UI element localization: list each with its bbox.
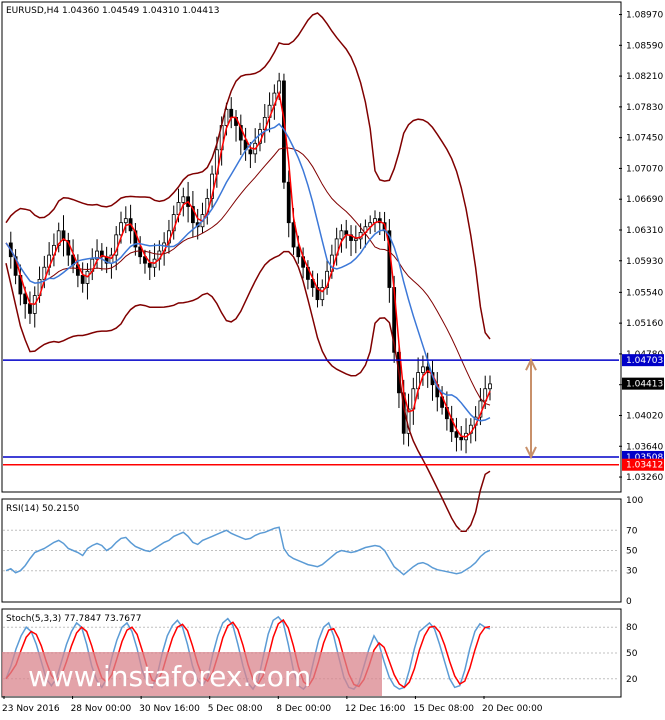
time-axis-label: 20 Dec 00:00 bbox=[482, 704, 543, 714]
stoch-title: Stoch(5,3,3) 77.7847 73.7677 bbox=[6, 614, 141, 624]
price-marker-label: 1.04703 bbox=[626, 356, 663, 366]
price-axis-label: 1.05930 bbox=[626, 257, 663, 267]
candle-body bbox=[181, 196, 186, 203]
candle-body bbox=[488, 383, 492, 390]
price-axis-label: 1.05160 bbox=[626, 319, 663, 329]
price-axis-label: 1.03260 bbox=[626, 473, 663, 483]
stoch-axis-label: 50 bbox=[626, 649, 638, 659]
price-axis-label: 1.05540 bbox=[626, 288, 663, 298]
price-axis-label: 1.03640 bbox=[626, 442, 663, 452]
price-marker-label: 1.04413 bbox=[626, 380, 663, 390]
main-chart-title: EURUSD,H4 1.04360 1.04549 1.04310 1.0441… bbox=[6, 6, 219, 16]
candle-body bbox=[147, 262, 152, 268]
time-axis-label: 8 Dec 00:00 bbox=[276, 704, 331, 714]
price-axis-label: 1.07070 bbox=[626, 164, 663, 174]
rsi-axis-label: 0 bbox=[626, 597, 632, 607]
stoch-axis-label: 80 bbox=[626, 623, 638, 633]
candle-body bbox=[296, 246, 301, 258]
time-axis-label: 12 Dec 16:00 bbox=[345, 704, 406, 714]
time-axis-label: 15 Dec 08:00 bbox=[413, 704, 474, 714]
price-axis-label: 1.06310 bbox=[626, 226, 663, 236]
rsi-axis-label: 100 bbox=[626, 496, 643, 506]
price-axis-label: 1.04020 bbox=[626, 411, 663, 421]
candle-body bbox=[286, 181, 291, 224]
candle-body bbox=[80, 274, 85, 284]
chart-window: 1.08970 1.08590 1.08210 1.07830 1.07450 1.070… bbox=[0, 0, 665, 720]
price-axis-label: 1.06690 bbox=[626, 195, 663, 205]
time-axis-label: 28 Nov 00:00 bbox=[71, 704, 132, 714]
candle-body bbox=[353, 238, 358, 241]
price-axis-label: 1.08970 bbox=[626, 11, 663, 21]
candle-body bbox=[229, 108, 234, 118]
time-axis-label: 5 Dec 08:00 bbox=[208, 704, 263, 714]
time-axis-label: 23 Nov 2016 bbox=[2, 704, 60, 714]
price-axis-label: 1.08210 bbox=[626, 72, 663, 82]
candle-body bbox=[454, 431, 459, 438]
rsi-title: RSI(14) 50.2150 bbox=[6, 504, 79, 514]
price-axis-label: 1.07830 bbox=[626, 103, 663, 113]
candle-body bbox=[339, 230, 344, 240]
rsi-axis-label: 50 bbox=[626, 547, 638, 557]
chart-canvas[interactable]: 1.08970 1.08590 1.08210 1.07830 1.07450 1.070… bbox=[0, 0, 665, 720]
candle-body bbox=[123, 218, 128, 224]
rsi-axis-label: 30 bbox=[626, 567, 638, 577]
price-marker-label: 1.03412 bbox=[626, 461, 663, 471]
rsi-axis-label: 70 bbox=[626, 526, 638, 536]
candle-body bbox=[459, 436, 464, 441]
candle-body bbox=[421, 366, 425, 373]
stoch-axis-label: 20 bbox=[626, 675, 638, 685]
price-axis-label: 1.08590 bbox=[626, 41, 663, 51]
watermark-text: www.instaforex.com bbox=[28, 660, 311, 693]
price-axis-label: 1.07450 bbox=[626, 134, 663, 144]
candle-body bbox=[248, 149, 253, 155]
time-axis-label: 30 Nov 16:00 bbox=[139, 704, 200, 714]
candle-body bbox=[28, 303, 32, 314]
main-pane[interactable] bbox=[1, 1, 622, 493]
